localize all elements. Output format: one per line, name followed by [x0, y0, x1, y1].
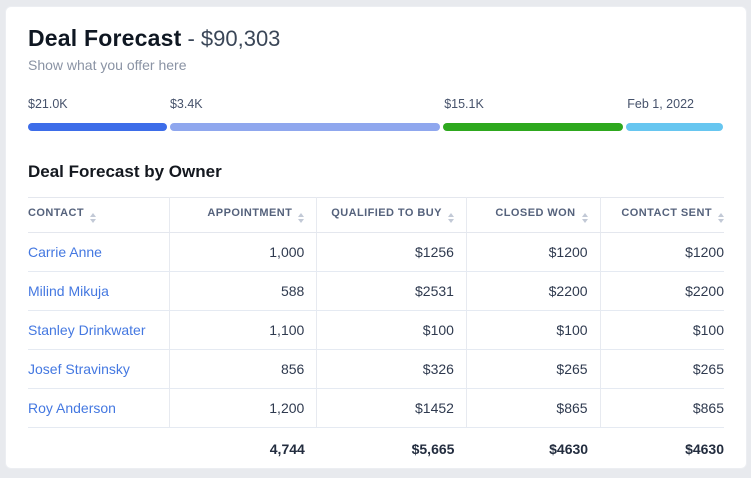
appointment-value: 856 — [170, 350, 317, 389]
progress-bar — [28, 123, 724, 131]
sort-icon[interactable] — [718, 213, 724, 223]
contact-sent-value: $1200 — [600, 233, 724, 272]
column-header-contact[interactable]: Contact — [28, 198, 170, 233]
table-row: Roy Anderson 1,200 $1452 $865 $865 — [28, 389, 724, 428]
progress-segment-3 — [443, 123, 623, 131]
table-title: Deal Forecast by Owner — [28, 162, 724, 182]
column-header-qualified-to-buy[interactable]: Qualified to buy — [317, 198, 467, 233]
progress-segment-4 — [626, 123, 723, 131]
qualified-value: $2531 — [317, 272, 467, 311]
contact-link[interactable]: Josef Stravinsky — [28, 361, 130, 377]
appointment-value: 588 — [170, 272, 317, 311]
column-header-appointment[interactable]: Appointment — [170, 198, 317, 233]
qualified-value: $100 — [317, 311, 467, 350]
sort-icon[interactable] — [448, 213, 454, 223]
totals-row: 4,744 $5,665 $4630 $4630 — [28, 428, 724, 470]
closed-won-total: $4630 — [466, 428, 600, 470]
forecast-amount: - $90,303 — [187, 26, 280, 52]
table-row: Carrie Anne 1,000 $1256 $1200 $1200 — [28, 233, 724, 272]
appointment-value: 1,100 — [170, 311, 317, 350]
qualified-value: $1452 — [317, 389, 467, 428]
qualified-total: $5,665 — [317, 428, 467, 470]
deal-forecast-card: Deal Forecast - $90,303 Show what you of… — [5, 6, 747, 469]
contact-sent-value: $100 — [600, 311, 724, 350]
contact-link[interactable]: Stanley Drinkwater — [28, 322, 146, 338]
closed-won-value: $1200 — [466, 233, 600, 272]
qualified-value: $1256 — [317, 233, 467, 272]
segment-label-2: $3.4K — [170, 97, 203, 111]
page-title: Deal Forecast — [28, 25, 181, 52]
progress-segment-1 — [28, 123, 167, 131]
appointment-value: 1,000 — [170, 233, 317, 272]
segment-label-3: $15.1K — [444, 97, 484, 111]
table-header-row: Contact Appointment Qualified to buy Clo… — [28, 198, 724, 233]
card-subtitle: Show what you offer here — [28, 57, 724, 73]
closed-won-value: $865 — [466, 389, 600, 428]
closed-won-value: $265 — [466, 350, 600, 389]
progress-bar-labels: $21.0K $3.4K $15.1K Feb 1, 2022 — [28, 97, 724, 113]
card-header: Deal Forecast - $90,303 — [28, 25, 724, 52]
contact-sent-total: $4630 — [600, 428, 724, 470]
column-header-closed-won[interactable]: Closed won — [466, 198, 600, 233]
table-row: Josef Stravinsky 856 $326 $265 $265 — [28, 350, 724, 389]
table-row: Milind Mikuja 588 $2531 $2200 $2200 — [28, 272, 724, 311]
progress-segment-2 — [170, 123, 441, 131]
contact-sent-value: $2200 — [600, 272, 724, 311]
appointment-total: 4,744 — [170, 428, 317, 470]
segment-label-4: Feb 1, 2022 — [627, 97, 694, 111]
qualified-value: $326 — [317, 350, 467, 389]
contact-link[interactable]: Milind Mikuja — [28, 283, 109, 299]
table-row: Stanley Drinkwater 1,100 $100 $100 $100 — [28, 311, 724, 350]
contact-sent-value: $265 — [600, 350, 724, 389]
sort-icon[interactable] — [298, 213, 304, 223]
column-header-contact-sent[interactable]: Contact sent — [600, 198, 724, 233]
closed-won-value: $100 — [466, 311, 600, 350]
contact-link[interactable]: Carrie Anne — [28, 244, 102, 260]
segment-label-1: $21.0K — [28, 97, 68, 111]
contact-link[interactable]: Roy Anderson — [28, 400, 116, 416]
deal-forecast-table: Contact Appointment Qualified to buy Clo… — [28, 197, 724, 469]
sort-icon[interactable] — [90, 213, 96, 223]
sort-icon[interactable] — [582, 213, 588, 223]
contact-sent-value: $865 — [600, 389, 724, 428]
closed-won-value: $2200 — [466, 272, 600, 311]
appointment-value: 1,200 — [170, 389, 317, 428]
forecast-progress-section: $21.0K $3.4K $15.1K Feb 1, 2022 — [28, 97, 724, 131]
